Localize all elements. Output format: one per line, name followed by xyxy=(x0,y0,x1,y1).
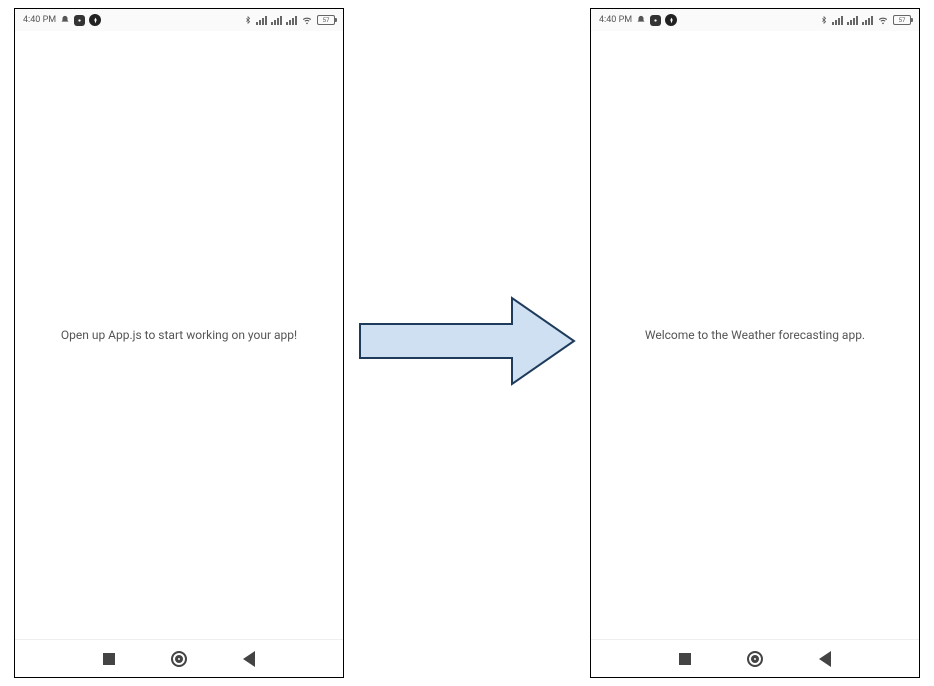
signal-bars-3-icon xyxy=(286,16,297,25)
phone-screenshot-before: 4:40 PM xyxy=(14,8,344,678)
status-right: 57 xyxy=(244,15,335,25)
status-left: 4:40 PM xyxy=(23,14,101,26)
app-badge-icon xyxy=(89,14,101,26)
comparison-container: 4:40 PM xyxy=(0,0,934,686)
status-right: 57 xyxy=(820,15,911,25)
clock-time: 4:40 PM xyxy=(23,15,56,25)
signal-bars-1-icon xyxy=(256,16,267,25)
nav-bar xyxy=(591,639,919,677)
starter-message: Open up App.js to start working on your … xyxy=(61,327,297,344)
status-bar: 4:40 PM xyxy=(15,9,343,31)
camera-icon xyxy=(650,15,661,26)
clock-time: 4:40 PM xyxy=(599,15,632,25)
transition-arrow-icon xyxy=(352,286,582,400)
back-button[interactable] xyxy=(243,651,255,667)
recent-apps-button[interactable] xyxy=(679,653,691,665)
status-left: 4:40 PM xyxy=(599,14,677,26)
ringer-silent-icon xyxy=(60,15,70,25)
screen-content: Welcome to the Weather forecasting app. xyxy=(591,31,919,639)
bluetooth-icon xyxy=(244,15,252,25)
welcome-message: Welcome to the Weather forecasting app. xyxy=(645,327,865,344)
wifi-icon xyxy=(301,15,313,25)
signal-bars-2-icon xyxy=(847,16,858,25)
phone-screenshot-after: 4:40 PM xyxy=(590,8,920,678)
wifi-icon xyxy=(877,15,889,25)
camera-icon xyxy=(74,15,85,26)
back-button[interactable] xyxy=(819,651,831,667)
status-bar: 4:40 PM xyxy=(591,9,919,31)
signal-bars-1-icon xyxy=(832,16,843,25)
app-badge-icon xyxy=(665,14,677,26)
ringer-silent-icon xyxy=(636,15,646,25)
signal-bars-3-icon xyxy=(862,16,873,25)
bluetooth-icon xyxy=(820,15,828,25)
recent-apps-button[interactable] xyxy=(103,653,115,665)
battery-icon: 57 xyxy=(893,15,911,25)
home-button[interactable] xyxy=(747,651,763,667)
battery-icon: 57 xyxy=(317,15,335,25)
screen-content: Open up App.js to start working on your … xyxy=(15,31,343,639)
home-button[interactable] xyxy=(171,651,187,667)
nav-bar xyxy=(15,639,343,677)
signal-bars-2-icon xyxy=(271,16,282,25)
